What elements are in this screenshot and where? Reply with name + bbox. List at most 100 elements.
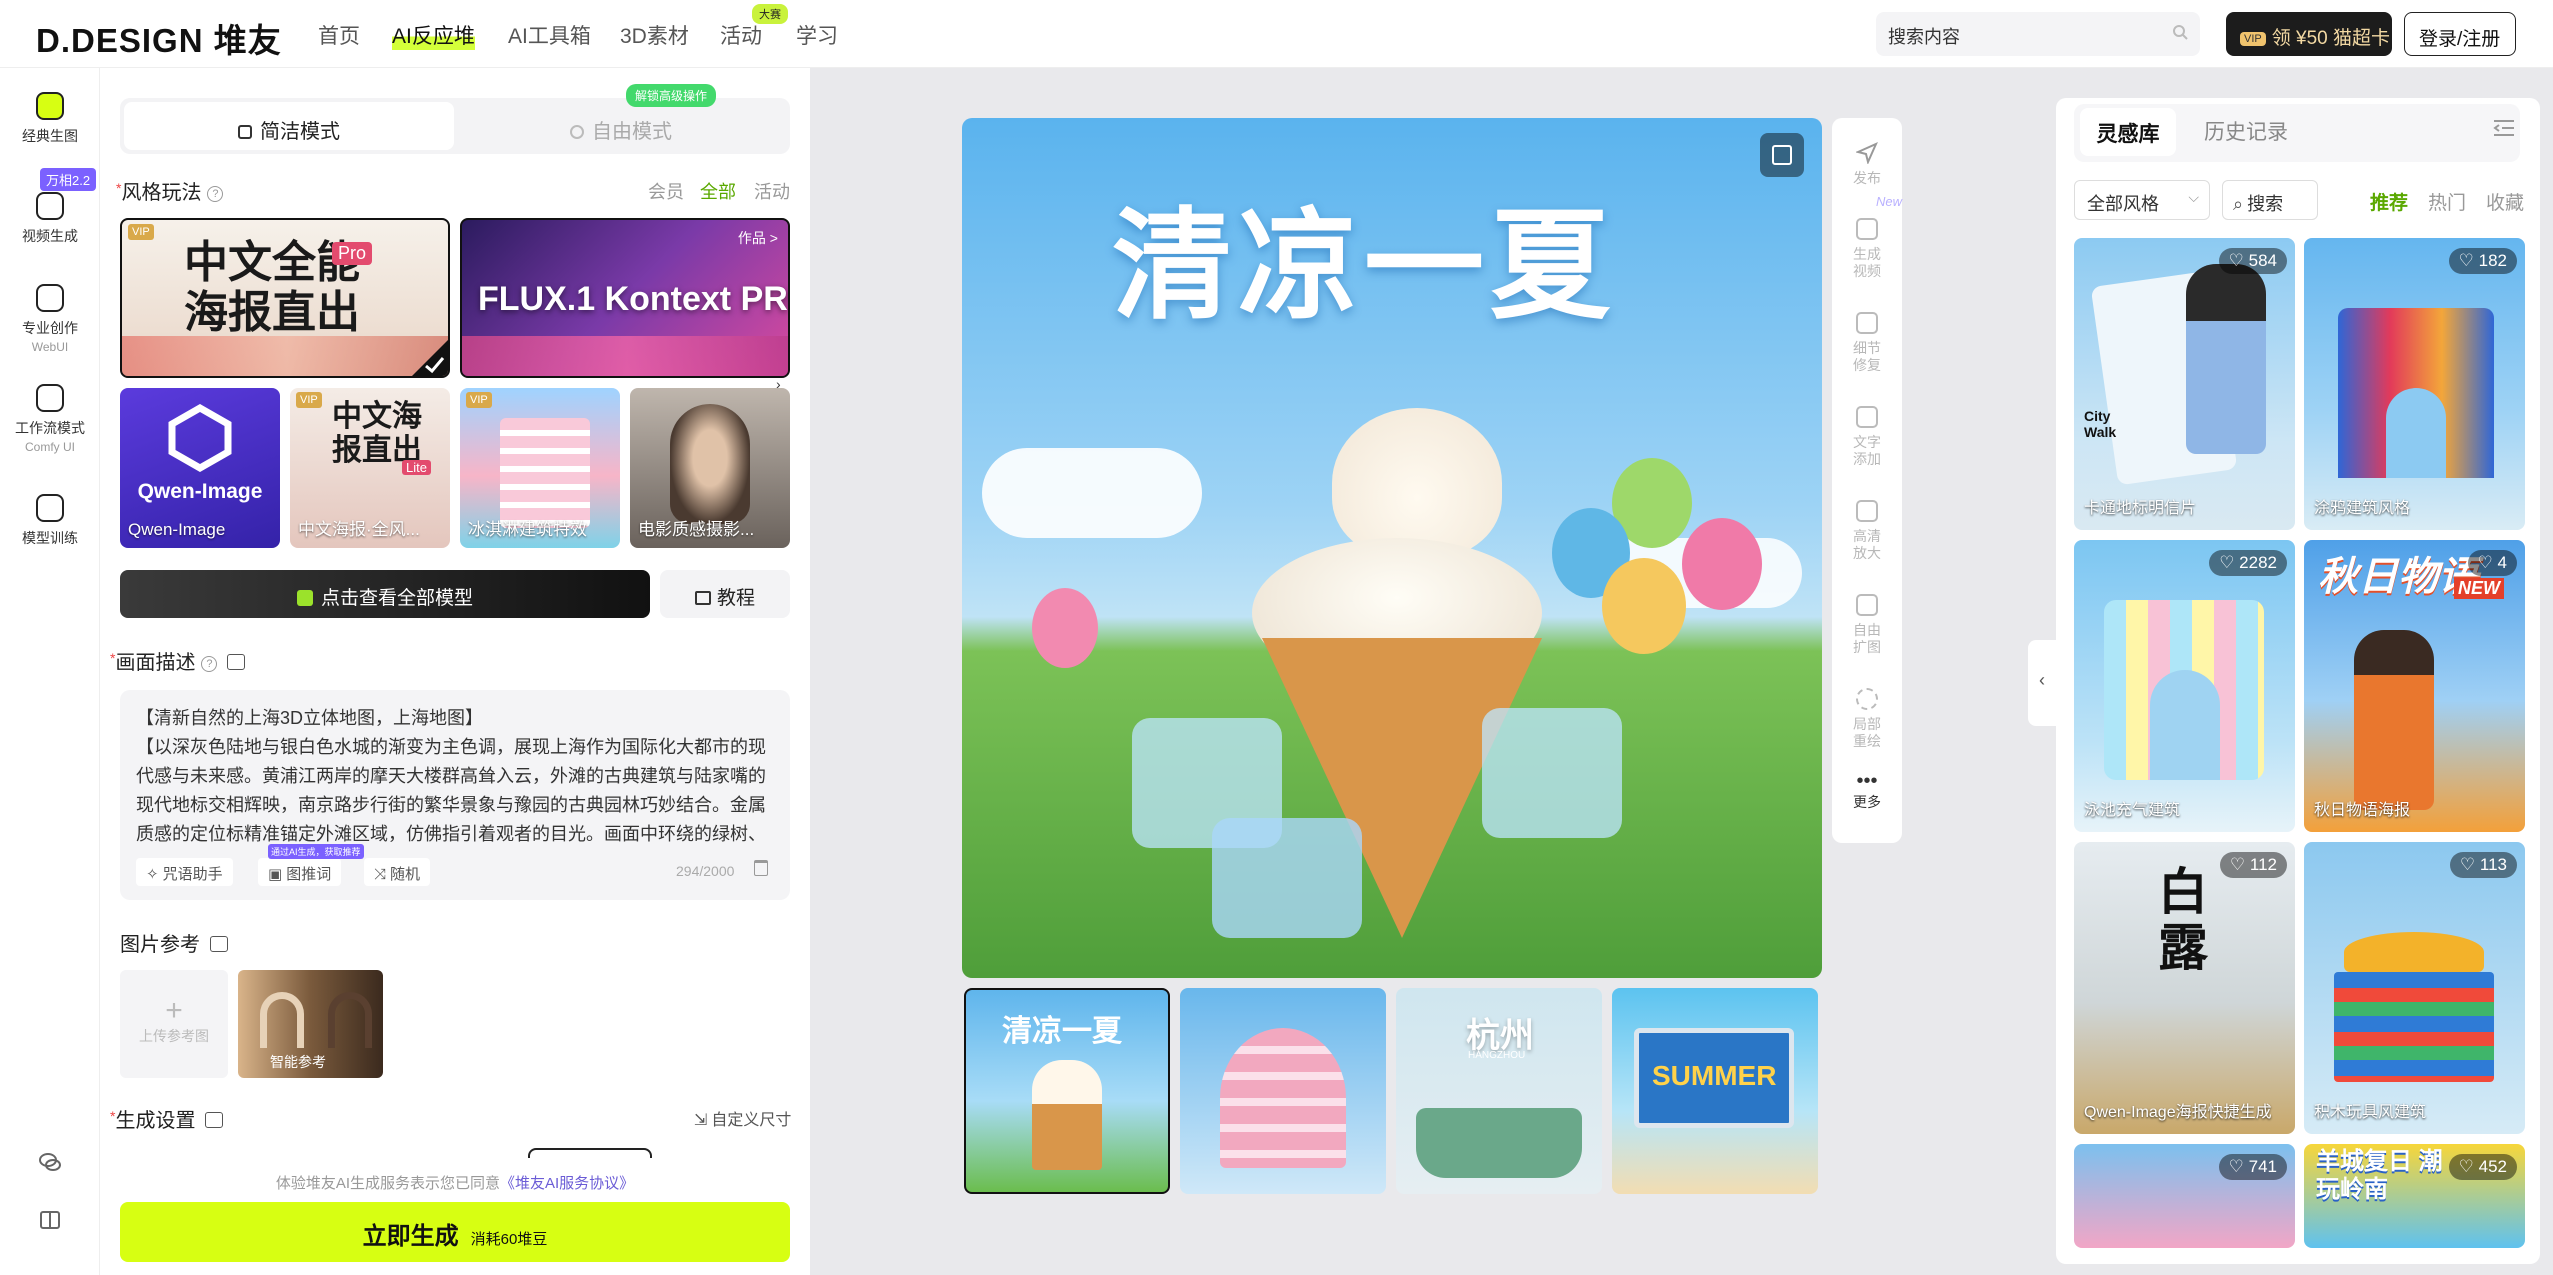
ice-cube: [1212, 818, 1362, 938]
tab-history[interactable]: 历史记录: [2204, 116, 2288, 146]
tool-more[interactable]: ••• 更多: [1832, 770, 1902, 811]
thumbnail-1[interactable]: 清凉一夏: [964, 988, 1170, 1194]
tool-label: 自由扩图: [1853, 622, 1881, 655]
collapse-right-panel-icon[interactable]: ‹: [2028, 640, 2056, 726]
style-select[interactable]: 全部风格 ⌵: [2074, 180, 2210, 220]
resize-icon: ⇲: [694, 1112, 708, 1129]
guide-book-icon[interactable]: [205, 1112, 224, 1128]
prompt-text[interactable]: 【清新自然的上海3D立体地图，上海地图】 【以深灰色陆地与银白色水城的渐变为主色…: [136, 704, 776, 844]
main-preview-image[interactable]: 清凉一夏: [962, 118, 1822, 978]
more-dots-icon: •••: [1856, 770, 1878, 792]
inspiration-card[interactable]: City Walk ♡ 584 卡通地标明信片: [2074, 238, 2295, 530]
tool-upscale[interactable]: 高清放大: [1832, 500, 1902, 562]
tutorial-label: 教程: [716, 588, 755, 609]
smart-reference-thumb[interactable]: 智能参考: [238, 970, 383, 1078]
search-input[interactable]: 搜索内容: [1876, 12, 2200, 56]
model-card-chinese-poster-lite[interactable]: VIP 中文海报直出 Lite 中文海报·全风...: [290, 388, 450, 548]
works-link[interactable]: 作品 >: [738, 228, 778, 248]
book-diorama-illustration: [1416, 1108, 1582, 1178]
vip-coupon-button[interactable]: VIP 领 ¥50 猫超卡: [2226, 12, 2392, 56]
sidebar-item-training[interactable]: 模型训练: [0, 494, 100, 548]
collapse-panel-icon[interactable]: [2492, 118, 2516, 138]
nav-3d-assets[interactable]: 3D素材: [620, 20, 689, 50]
card-label: 涂鸦建筑风格: [2314, 500, 2411, 517]
logo[interactable]: D.DESIGN 堆友: [36, 14, 282, 62]
thumbnail-4[interactable]: SUMMER: [1612, 988, 1818, 1194]
nav-home[interactable]: 首页: [318, 20, 360, 50]
style-select-value: 全部风格: [2087, 194, 2159, 214]
filter-tab-activity[interactable]: 活动: [754, 178, 790, 204]
guide-book-icon[interactable]: [210, 936, 228, 952]
sort-favorites[interactable]: 收藏: [2486, 188, 2524, 215]
tool-detail-repair[interactable]: 细节修复: [1832, 312, 1902, 374]
model-card-icecream-building[interactable]: VIP 冰淇淋建筑特效: [460, 388, 620, 548]
sidebar-item-webui[interactable]: 专业创作 WebUI: [0, 284, 100, 354]
tutorial-button[interactable]: 教程: [660, 570, 790, 618]
smart-reference-label: 智能参考: [270, 1054, 326, 1070]
model-card-cinematic-photo[interactable]: 电影质感摄影...: [630, 388, 790, 548]
inspiration-card[interactable]: ♡ 113 积木玩具风建筑: [2304, 842, 2525, 1134]
inspiration-card[interactable]: ♡ 741: [2074, 1144, 2295, 1248]
login-button[interactable]: 登录/注册: [2404, 12, 2516, 56]
tool-add-text[interactable]: 文字添加: [1832, 406, 1902, 468]
image-to-prompt-button[interactable]: ▣ 图推词: [258, 858, 342, 886]
view-all-models-button[interactable]: 点击查看全部模型: [120, 570, 650, 618]
inspiration-card[interactable]: 白露 ♡ 112 Qwen-Image海报快捷生成: [2074, 842, 2295, 1134]
nav-learn[interactable]: 学习: [796, 20, 838, 50]
like-count: ♡ 112: [2219, 852, 2287, 878]
inspiration-search[interactable]: ⌕ 搜索: [2222, 180, 2318, 220]
nav-ai-toolbox[interactable]: AI工具箱: [508, 20, 591, 50]
tool-publish[interactable]: 发布: [1832, 142, 1902, 187]
like-count-value: 452: [2478, 1157, 2507, 1176]
thumbnail-2[interactable]: [1180, 988, 1386, 1194]
thumbnail-3[interactable]: 杭州 HANGZHOU: [1396, 988, 1602, 1194]
filter-tab-member[interactable]: 会员: [648, 178, 684, 204]
sort-hot[interactable]: 热门: [2428, 188, 2466, 215]
upload-reference-button[interactable]: + 上传参考图: [120, 970, 228, 1078]
filter-tab-all[interactable]: 全部: [700, 178, 736, 204]
guide-book-icon[interactable]: [227, 654, 246, 670]
tool-label: 生成视频: [1853, 246, 1881, 279]
spell-assistant-button[interactable]: ✧ 咒语助手: [136, 858, 233, 886]
nav-events[interactable]: 活动: [720, 20, 762, 50]
custom-size-button[interactable]: ⇲ 自定义尺寸: [694, 1106, 791, 1130]
vip-badge: VIP: [296, 392, 322, 408]
mode-free-tab[interactable]: 自由模式: [456, 102, 786, 150]
inspiration-card[interactable]: ♡ 182 涂鸦建筑风格: [2304, 238, 2525, 530]
toy-temple-illustration: [2334, 972, 2494, 1082]
chat-icon[interactable]: [38, 1150, 62, 1174]
sort-recommended[interactable]: 推荐: [2370, 188, 2408, 215]
ratio-option-selected[interactable]: [528, 1148, 652, 1158]
video-version-badge: 万相2.2: [40, 168, 97, 191]
generate-label: 立即生成: [362, 1223, 459, 1250]
inspiration-card[interactable]: ♡ 2282 泳池充气建筑: [2074, 540, 2295, 832]
help-icon[interactable]: ?: [201, 656, 218, 672]
trash-icon[interactable]: [754, 860, 768, 876]
tool-inpaint[interactable]: 局部重绘: [1832, 688, 1902, 750]
next-arrow-icon[interactable]: ›: [776, 376, 781, 392]
mode-simple-tab[interactable]: 简洁模式: [124, 102, 454, 150]
chevron-down-icon: ⌵: [2188, 189, 2199, 205]
tool-generate-video[interactable]: 生成视频: [1832, 218, 1902, 280]
sidebar-item-comfyui[interactable]: 工作流模式 Comfy UI: [0, 384, 100, 454]
generate-button[interactable]: 立即生成 消耗60堆豆: [120, 1202, 790, 1262]
tab-inspiration[interactable]: 灵感库: [2080, 108, 2176, 156]
help-icon[interactable]: ?: [207, 186, 224, 202]
inspiration-card[interactable]: 秋日物语 NEW ♡ 4 秋日物语海报: [2304, 540, 2525, 832]
sidebar-item-classic[interactable]: 经典生图: [0, 92, 100, 146]
model-card-flux-kontext[interactable]: 作品 > FLUX.1 Kontext PRO: [460, 218, 790, 378]
like-count-value: 741: [2248, 1157, 2277, 1176]
fullscreen-icon[interactable]: [1760, 133, 1804, 177]
tool-label: 文字添加: [1853, 434, 1881, 467]
model-card-qwen-image[interactable]: Qwen-Image Qwen-Image: [120, 388, 280, 548]
agreement-link[interactable]: 《堆友AI服务协议》: [500, 1175, 634, 1192]
book-icon[interactable]: [38, 1208, 62, 1232]
inspiration-card[interactable]: 羊城复日 潮玩岭南 ♡ 452: [2304, 1144, 2525, 1248]
nav-ai-reactor[interactable]: AI反应堆: [392, 20, 475, 50]
card-text: 羊城复日 潮玩岭南: [2316, 1148, 2443, 1203]
arch-opening: [2386, 388, 2446, 478]
model-card-chinese-poster-pro[interactable]: VIP 中文全能海报直出 Pro: [120, 218, 450, 378]
tool-outpaint[interactable]: 自由扩图: [1832, 594, 1902, 656]
sidebar-item-video[interactable]: 视频生成: [0, 192, 100, 246]
random-button[interactable]: ⤨ 随机: [364, 858, 431, 886]
